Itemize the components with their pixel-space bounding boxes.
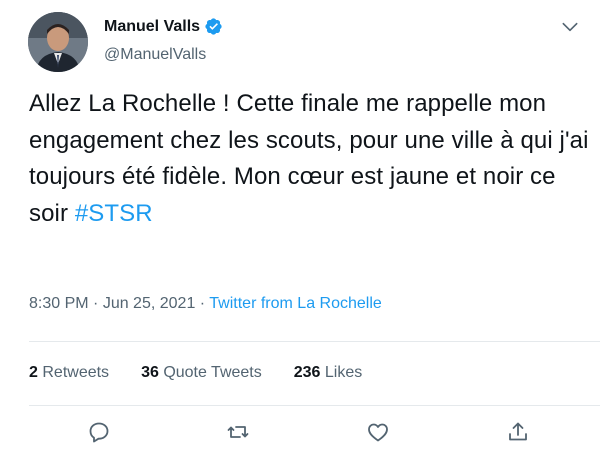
- likes-label: Likes: [324, 364, 363, 381]
- tweet-meta: 8:30 PM · Jun 25, 2021 · Twitter from La…: [29, 295, 382, 313]
- likes-count: 236: [293, 364, 321, 381]
- retweets-count: 2: [29, 364, 38, 381]
- tweet-actions: [29, 420, 569, 450]
- retweet-button[interactable]: [226, 420, 256, 450]
- retweet-icon: [226, 426, 250, 448]
- hashtag-link[interactable]: #STSR: [75, 200, 153, 227]
- tweet-date[interactable]: Jun 25, 2021: [103, 295, 196, 312]
- share-button[interactable]: [506, 420, 536, 450]
- tweet-source-link[interactable]: Twitter from La Rochelle: [209, 295, 382, 312]
- share-icon: [506, 422, 530, 448]
- avatar[interactable]: [28, 12, 88, 72]
- divider: [29, 341, 600, 342]
- meta-separator: ·: [88, 295, 103, 312]
- quote-tweets-count: 36: [141, 364, 159, 381]
- heart-icon: [366, 423, 390, 448]
- retweets-label: Retweets: [42, 364, 110, 381]
- meta-separator: ·: [195, 295, 210, 312]
- author-name-row[interactable]: Manuel Valls: [104, 17, 223, 36]
- likes-stat[interactable]: 236 Likes: [294, 364, 363, 382]
- divider: [29, 405, 600, 406]
- quote-tweets-stat[interactable]: 36 Quote Tweets: [141, 364, 262, 382]
- tweet-time[interactable]: 8:30 PM: [29, 295, 89, 312]
- reply-button[interactable]: [87, 420, 117, 450]
- reply-icon: [87, 422, 111, 448]
- verified-badge-icon: [204, 17, 223, 36]
- like-button[interactable]: [366, 420, 396, 450]
- author-name[interactable]: Manuel Valls: [104, 18, 200, 36]
- quote-tweets-label: Quote Tweets: [163, 364, 262, 381]
- tweet-stats: 2 Retweets 36 Quote Tweets 236 Likes: [29, 364, 394, 382]
- chevron-down-icon[interactable]: [560, 17, 580, 37]
- tweet-text: Allez La Rochelle ! Cette finale me rapp…: [29, 86, 589, 232]
- retweets-stat[interactable]: 2 Retweets: [29, 364, 109, 382]
- author-handle[interactable]: @ManuelValls: [104, 46, 206, 64]
